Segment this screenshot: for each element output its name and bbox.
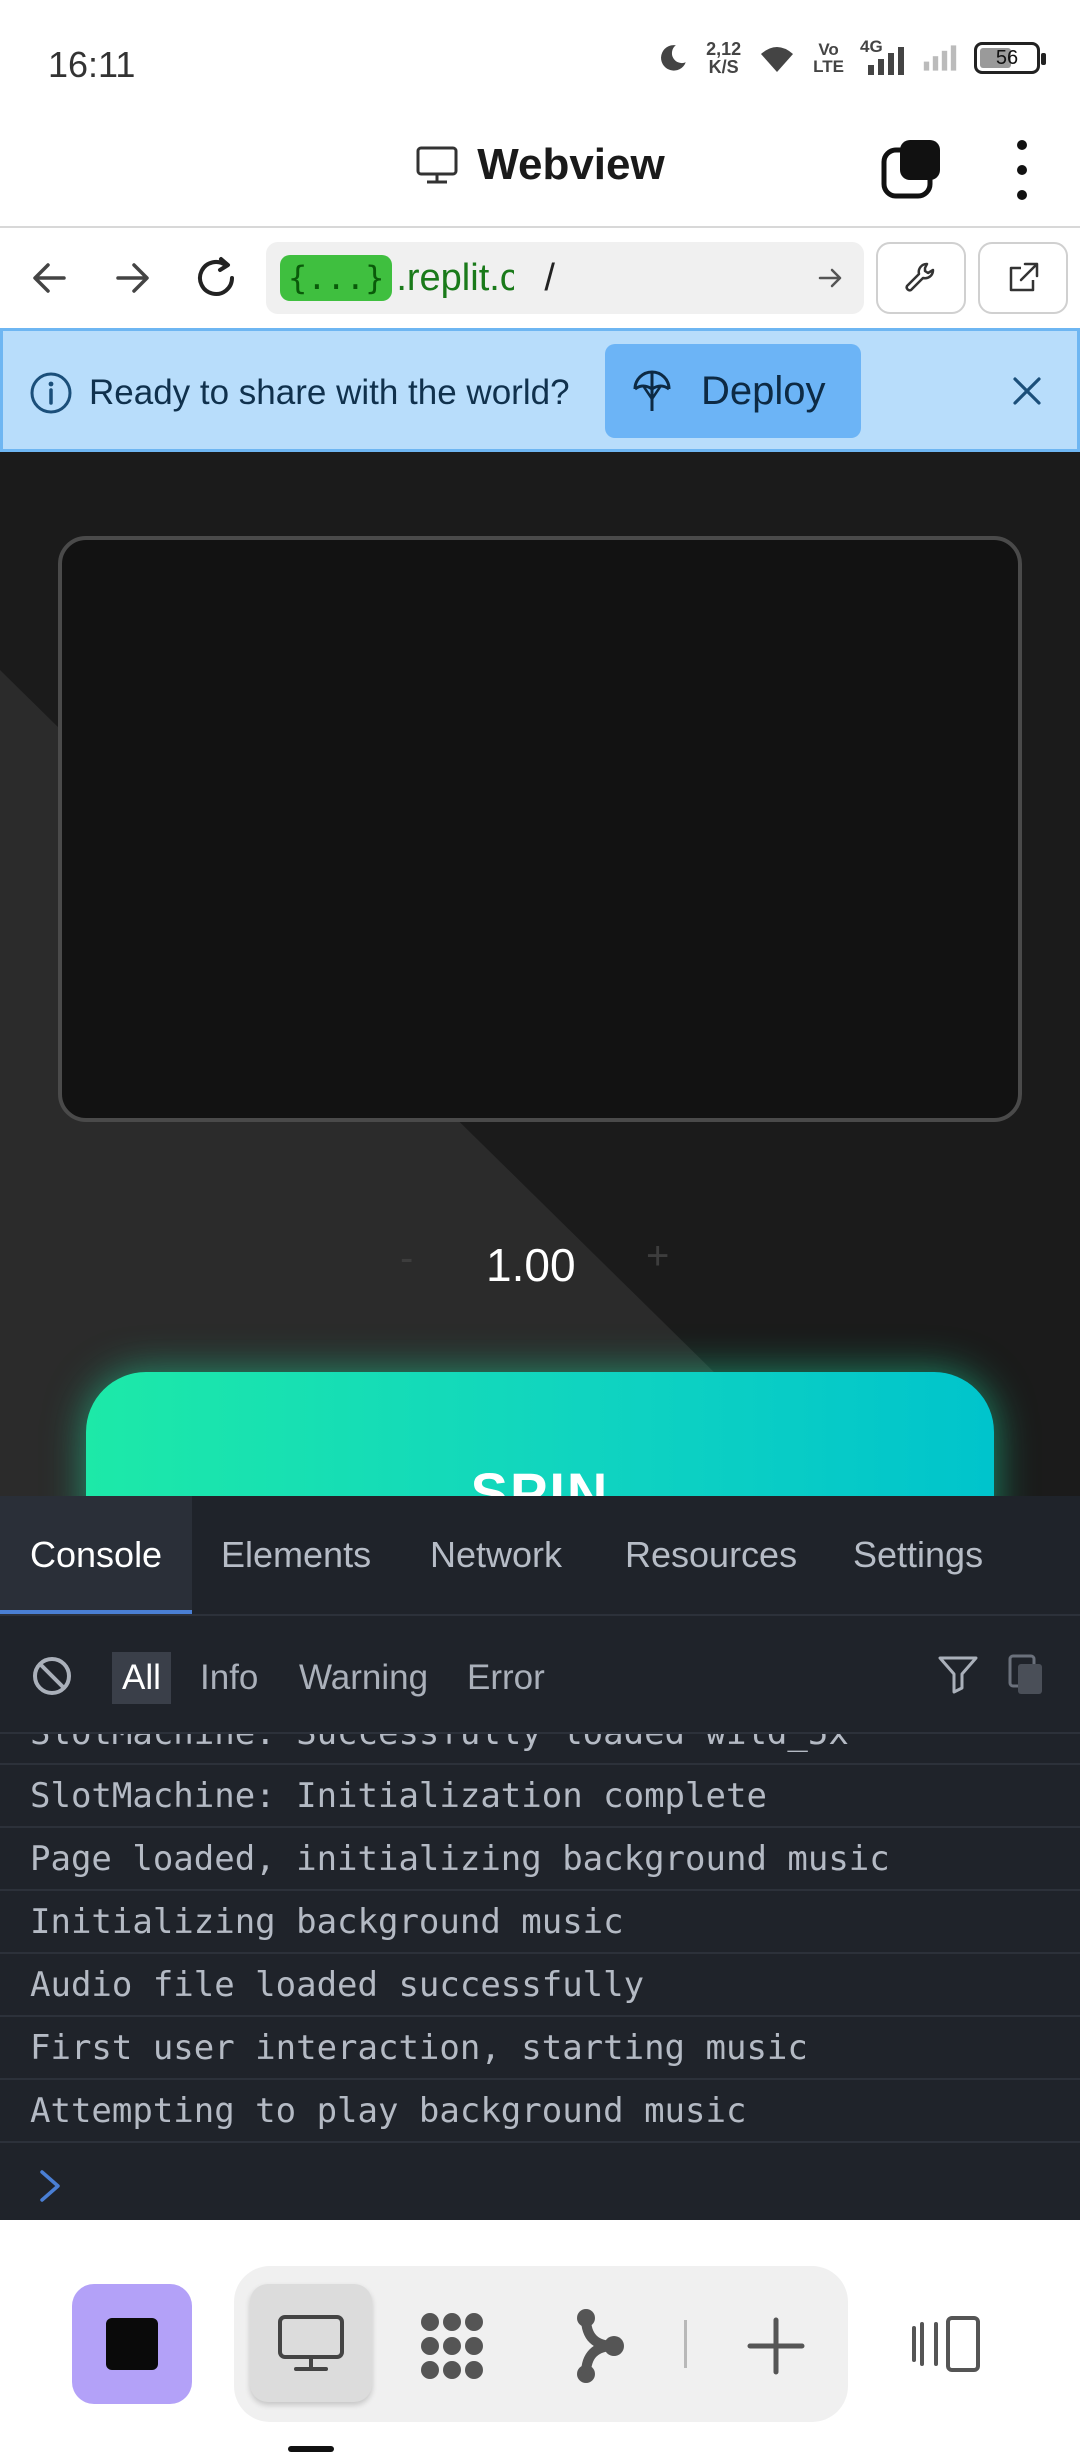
network-speed-value: 2,12 (706, 39, 742, 59)
deploy-button[interactable]: Deploy (605, 344, 861, 438)
url-path: / (544, 256, 555, 299)
page-title: Webview (477, 140, 665, 189)
active-tab-underline (0, 1610, 192, 1614)
panel-toggle-icon[interactable] (910, 2314, 982, 2374)
devtools-button[interactable] (876, 242, 966, 314)
status-bar: 16:11 2,12 K/S Vo LTE 4G 56 (0, 0, 1080, 120)
open-external-button[interactable] (978, 242, 1068, 314)
slot-reels (58, 536, 1022, 1122)
devtools-tabs: Console Elements Network Resources Setti… (0, 1496, 1080, 1616)
status-time: 16:11 (48, 44, 136, 85)
signal-icon (868, 47, 904, 75)
stop-button[interactable] (72, 2284, 192, 2404)
filter-info[interactable]: Info (190, 1652, 268, 1704)
status-icons: 2,12 K/S Vo LTE 4G 56 (656, 37, 1046, 76)
open-external-icon (1009, 262, 1039, 292)
tab-console[interactable]: Console (30, 1534, 162, 1576)
title-bar: Webview (0, 120, 1080, 228)
wifi-icon (761, 47, 794, 72)
filter-warning[interactable]: Warning (289, 1652, 438, 1704)
app-webview: - 1.00 + SPIN (0, 452, 1080, 1496)
bet-control: - 1.00 + (0, 1232, 1080, 1302)
url-input[interactable]: {...} .replit.c / (266, 242, 864, 314)
filter-error[interactable]: Error (457, 1652, 555, 1704)
grid-dots-icon[interactable] (412, 2306, 492, 2386)
reload-icon[interactable] (188, 250, 244, 306)
go-arrow-icon[interactable] (814, 262, 846, 294)
log-entry: Attempting to play background music (0, 2080, 1080, 2143)
funnel-icon[interactable] (936, 1652, 980, 1696)
wrench-icon (905, 262, 935, 292)
network-speed: 2,12 K/S (706, 40, 741, 76)
tool-switcher (234, 2266, 848, 2422)
deploy-icon (633, 370, 671, 411)
spin-button[interactable]: SPIN (86, 1372, 994, 1496)
volte-top: Vo (818, 40, 839, 59)
battery-icon: 56 (974, 42, 1046, 74)
signal-empty-icon (923, 45, 957, 71)
monitor-icon (416, 146, 458, 184)
log-entry: Audio file loaded successfully (0, 1954, 1080, 2017)
tabs-icon[interactable] (880, 138, 942, 200)
volte-bottom: LTE (813, 57, 844, 76)
moon-icon (661, 45, 686, 71)
log-entry: SlotMachine: Initialization complete (0, 1765, 1080, 1828)
clear-console-icon[interactable] (30, 1654, 74, 1698)
banner-message: Ready to share with the world? (89, 373, 570, 412)
console-log-list: SlotMachine: Successfully loaded wild_5x… (0, 1734, 1080, 2150)
tab-network[interactable]: Network (430, 1534, 562, 1576)
copy-icon[interactable] (1006, 1652, 1046, 1696)
url-bar: {...} .replit.c / (0, 228, 1080, 328)
webview-tool-button[interactable] (250, 2284, 372, 2402)
spin-label: SPIN (470, 1461, 610, 1496)
bet-value: 1.00 (486, 1239, 576, 1291)
back-arrow-icon[interactable] (22, 250, 78, 306)
devtools-panel: Console Elements Network Resources Setti… (0, 1496, 1080, 2220)
tab-settings[interactable]: Settings (853, 1534, 983, 1576)
url-chip: {...} (280, 255, 393, 301)
deploy-label: Deploy (701, 368, 826, 413)
bet-decrease-button[interactable]: - (400, 1236, 413, 1281)
url-domain: .replit.c (396, 256, 515, 299)
home-indicator (288, 2446, 334, 2452)
bet-increase-button[interactable]: + (646, 1234, 669, 1279)
more-vert-icon[interactable] (1012, 140, 1032, 200)
console-prompt-icon[interactable] (36, 2166, 64, 2206)
filter-all[interactable]: All (112, 1652, 171, 1704)
log-entry: SlotMachine: Successfully loaded wild_5x (0, 1734, 1080, 1765)
info-icon (30, 372, 72, 414)
tab-elements[interactable]: Elements (221, 1534, 371, 1576)
log-entry: Initializing background music (0, 1891, 1080, 1954)
toolbar-separator (684, 2320, 687, 2368)
network-speed-unit: K/S (708, 57, 739, 77)
tab-resources[interactable]: Resources (625, 1534, 797, 1576)
plus-icon[interactable] (736, 2306, 816, 2386)
battery-level: 56 (995, 46, 1019, 69)
console-filter-bar: All Info Warning Error (0, 1616, 1080, 1734)
webview-monitor-icon (278, 2315, 344, 2371)
log-entry: First user interaction, starting music (0, 2017, 1080, 2080)
forward-arrow-icon[interactable] (104, 250, 160, 306)
close-icon[interactable] (1009, 373, 1045, 409)
stop-icon (106, 2318, 158, 2370)
log-entry: Page loaded, initializing background mus… (0, 1828, 1080, 1891)
volte-indicator: Vo LTE (813, 41, 844, 75)
branch-icon[interactable] (556, 2306, 636, 2386)
signal-4g: 4G (860, 37, 906, 75)
deploy-banner: Ready to share with the world? Deploy (0, 328, 1080, 452)
bottom-toolbar (0, 2220, 1080, 2460)
